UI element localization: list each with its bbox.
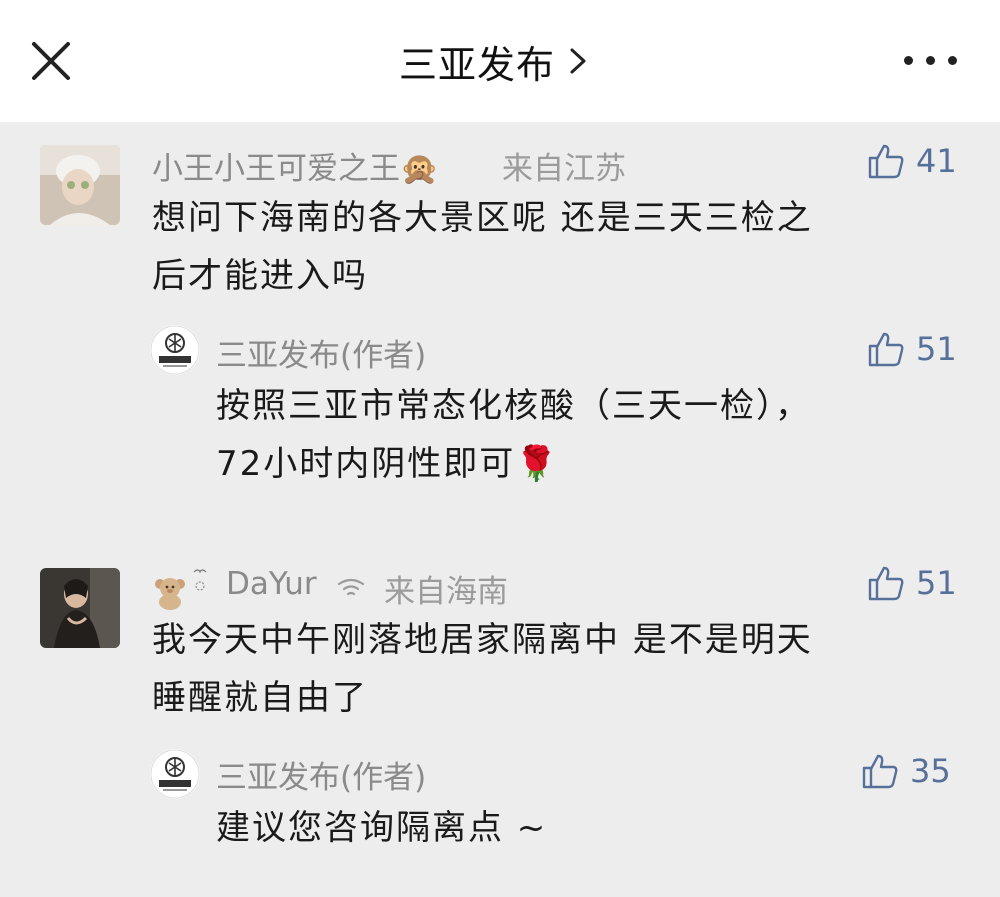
reply-nickname[interactable]: 三亚发布(作者) [216,752,426,797]
decoration-icons [152,566,212,610]
sanya-logo-icon [150,749,200,799]
author-avatar[interactable] [150,325,200,375]
comment-text-line: 想问下海南的各大景区呢 还是三天三检之 [152,198,813,238]
user-avatar-image [40,145,120,225]
more-dot [948,56,957,65]
avatar[interactable] [40,568,120,648]
page-title-link[interactable]: 三亚发布 [399,34,587,89]
comment-text-line: 后才能进入吗 [152,256,368,296]
user-avatar-image [40,568,120,648]
top-navigation-bar: 三亚发布 [0,0,1000,122]
author-avatar[interactable] [150,749,200,799]
like-count: 35 [910,752,951,790]
close-button[interactable] [30,40,72,82]
teddy-bear-icon [155,569,207,610]
like-button[interactable]: 35 [860,751,951,791]
like-button[interactable]: 41 [866,141,957,181]
wifi-icon [337,578,365,596]
thumbs-up-icon [862,754,898,789]
comment-nickname[interactable]: DaYur [226,566,317,602]
more-button[interactable] [904,50,958,70]
reply-text-line: 72小时内阴性即可🌹 [216,444,560,484]
reply-text-line: 建议您咨询隔离点 ~ [216,808,548,848]
comment-location: 来自海南 [384,574,508,610]
comment-nickname[interactable]: 小王小王可爱之王🙊 [152,143,439,188]
like-count: 51 [916,564,957,602]
close-icon [32,42,70,80]
comment-text-line: 睡醒就自由了 [152,678,368,718]
reply-text: 建议您咨询隔离点 ~ [216,799,547,857]
sanya-logo-icon [150,325,200,375]
more-horizontal-icon [904,56,913,65]
reply-nickname[interactable]: 三亚发布(作者) [216,330,426,375]
more-dot [926,56,935,65]
like-button[interactable]: 51 [866,563,957,603]
like-count: 41 [916,142,957,180]
comment-text-line: 我今天中午刚落地居家隔离中 是不是明天 [152,620,813,660]
comment-text: 我今天中午刚落地居家隔离中 是不是明天 睡醒就自由了 [152,611,813,727]
reply-text-line: 按照三亚市常态化核酸（三天一检）， [216,386,811,426]
chevron-right-icon [570,48,586,74]
thumbs-up-icon [868,144,904,179]
avatar[interactable] [40,145,120,225]
reply-text: 按照三亚市常态化核酸（三天一检）， 72小时内阴性即可🌹 [216,377,811,493]
comment-text: 想问下海南的各大景区呢 还是三天三检之 后才能进入吗 [152,189,813,305]
thumbs-up-icon [868,332,904,367]
page-title: 三亚发布 [398,42,555,87]
thumbs-up-icon [868,566,904,601]
like-button[interactable]: 51 [866,329,957,369]
like-count: 51 [916,330,957,368]
comment-location: 来自江苏 [502,151,626,187]
